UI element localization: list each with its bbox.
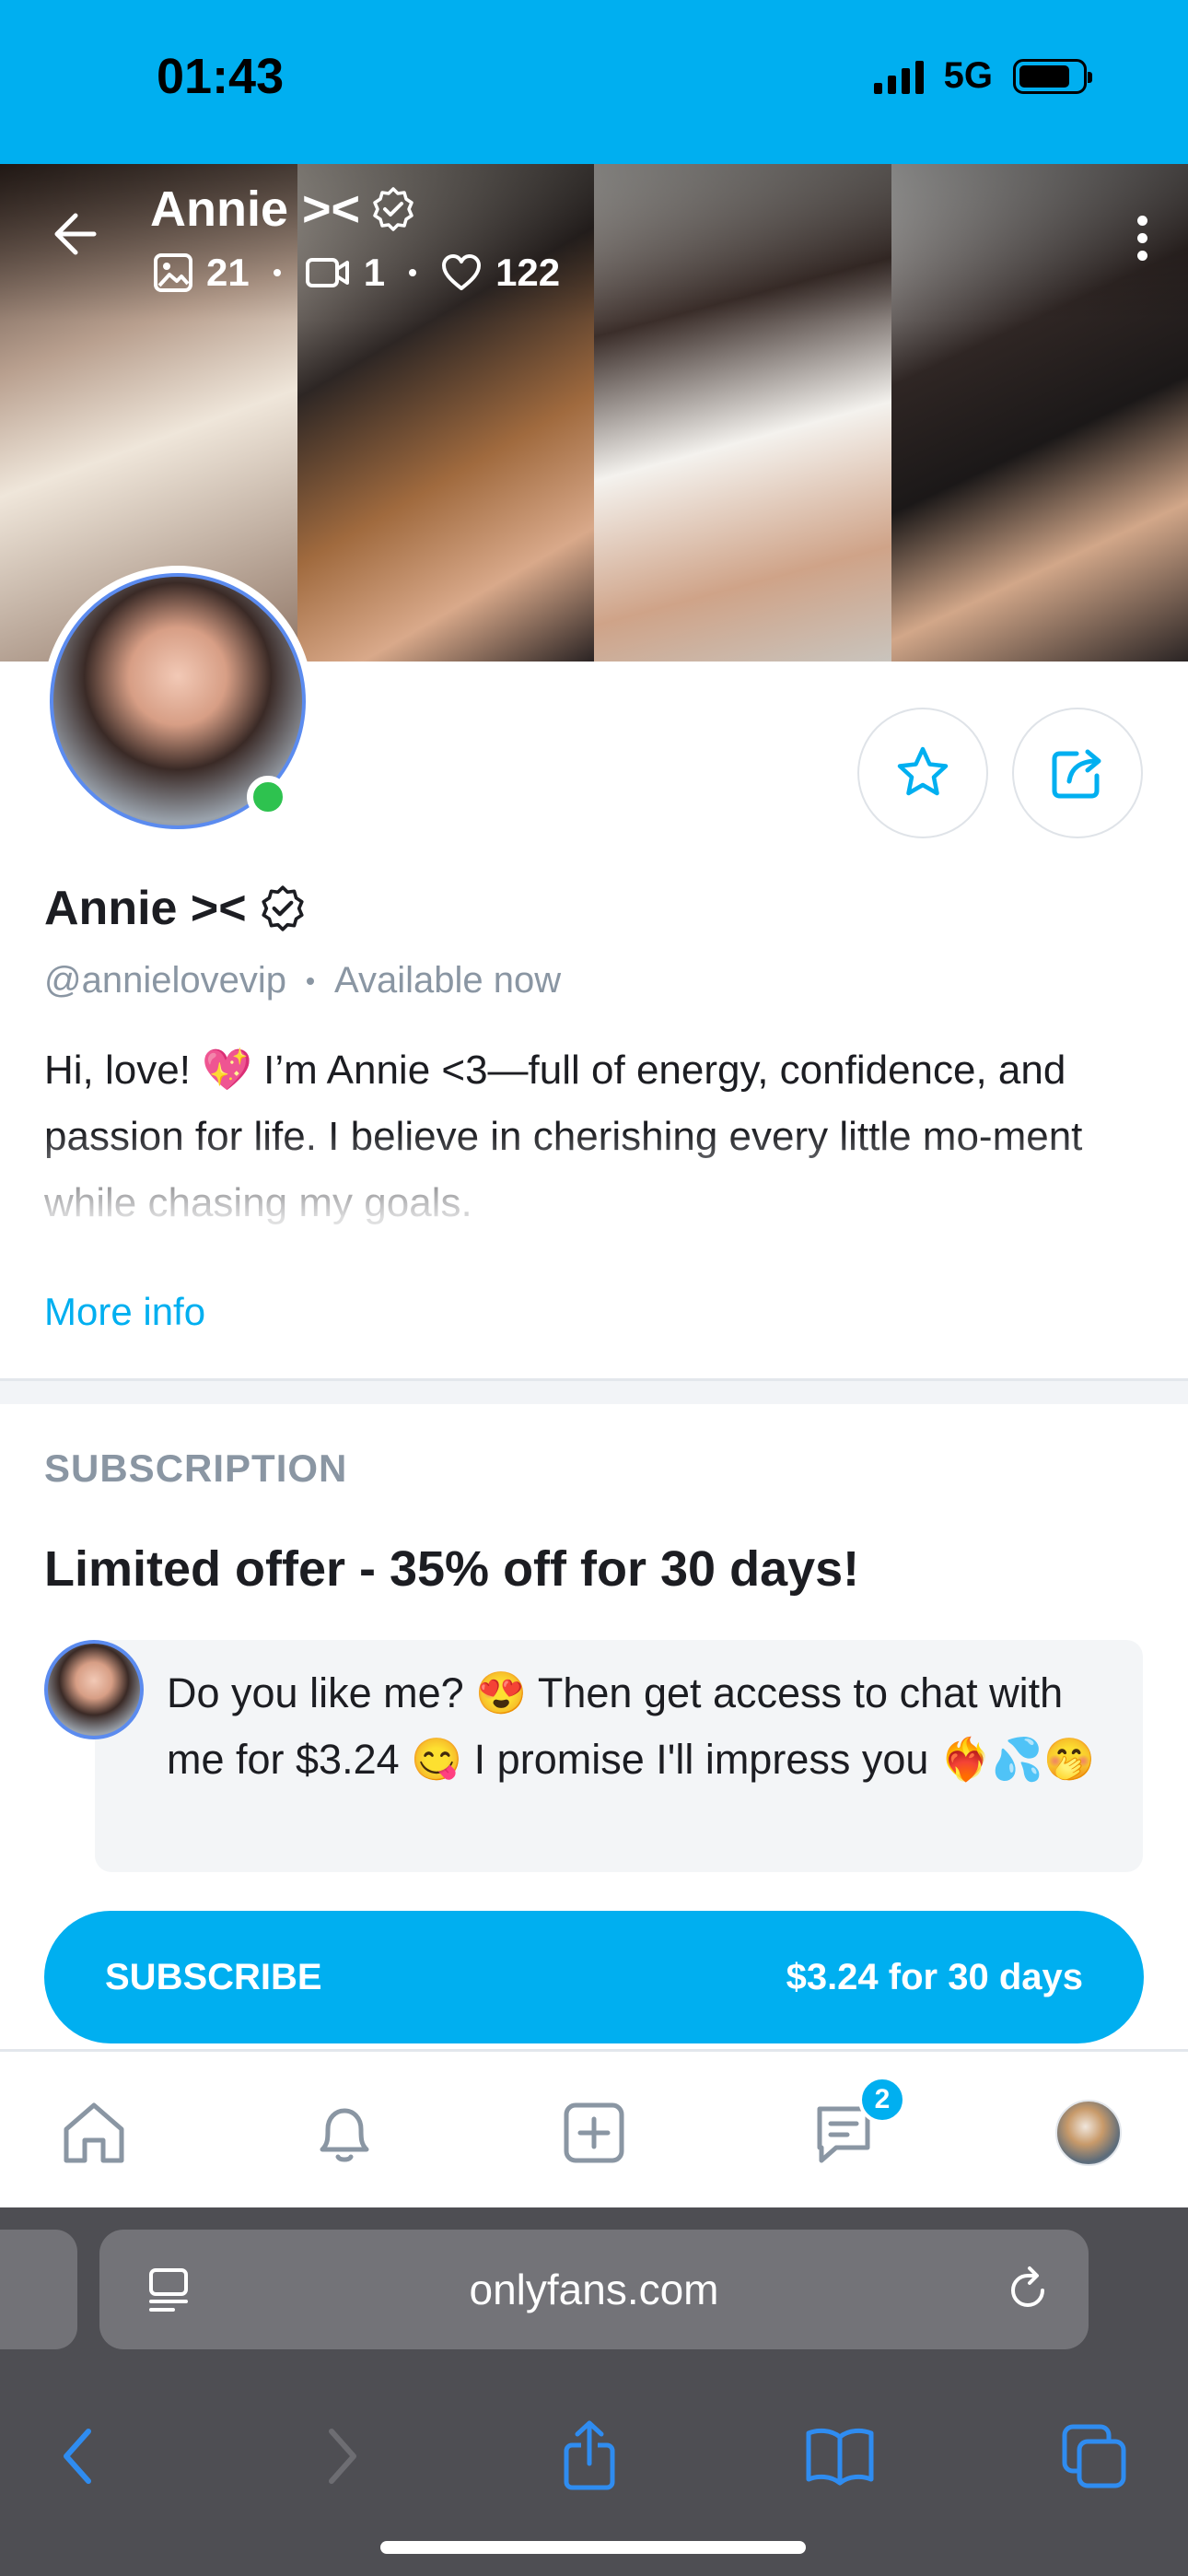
share-icon <box>1052 749 1101 799</box>
browser-chrome: onlyfans.com <box>0 2207 1188 2576</box>
subscribe-price: $3.24 for 30 days <box>786 1956 1083 1997</box>
status-indicators: 5G <box>873 55 1092 97</box>
status-time: 01:43 <box>157 49 285 104</box>
separator-dot <box>273 269 281 276</box>
home-indicator[interactable] <box>380 2541 806 2554</box>
availability-status: Available now <box>334 960 562 1001</box>
share-button[interactable] <box>1012 708 1143 838</box>
image-icon <box>154 253 192 292</box>
bell-icon <box>320 2108 369 2162</box>
section-divider <box>0 1378 1188 1404</box>
offer-title: Limited offer - 35% off for 30 days! <box>44 1541 860 1597</box>
handle-row: @annielovevip Available now <box>44 960 561 1001</box>
browser-bookmarks[interactable] <box>803 2419 877 2493</box>
browser-back[interactable] <box>42 2419 116 2493</box>
cover-name-row: Annie >< <box>150 181 417 238</box>
address-bar[interactable]: onlyfans.com <box>99 2230 1089 2349</box>
nav-notifications[interactable] <box>306 2094 383 2172</box>
image-count: 21 <box>206 251 250 294</box>
network-label: 5G <box>943 55 993 96</box>
verified-icon <box>373 187 413 231</box>
subscribe-label: SUBSCRIBE <box>105 1956 322 1997</box>
message-avatar <box>44 1640 144 1739</box>
url-text: onlyfans.com <box>469 2266 719 2313</box>
profile-name: Annie >< <box>44 882 247 935</box>
back-arrow-icon[interactable] <box>48 208 99 260</box>
verified-icon <box>262 885 304 931</box>
reload-icon[interactable] <box>1004 2265 1052 2313</box>
browser-tabs[interactable] <box>1057 2419 1131 2493</box>
previous-tab[interactable] <box>0 2230 77 2349</box>
tabs-icon <box>1062 2424 1126 2488</box>
nav-home[interactable] <box>55 2094 133 2172</box>
browser-forward[interactable] <box>304 2419 378 2493</box>
separator-dot <box>307 977 314 985</box>
cover-name: Annie >< <box>150 181 361 237</box>
messages-badge: 2 <box>858 2076 906 2124</box>
nav-user-avatar[interactable] <box>1055 2100 1122 2166</box>
profile-name-row: Annie >< <box>44 881 308 936</box>
chevron-left-icon <box>64 2429 91 2484</box>
subscribe-button[interactable]: SUBSCRIBE $3.24 for 30 days <box>44 1911 1144 2043</box>
heart-icon <box>442 254 482 290</box>
promo-message: Do you like me? 😍 Then get access to cha… <box>95 1640 1143 1872</box>
chevron-right-icon <box>329 2429 356 2484</box>
status-bar: 01:43 5G <box>0 0 1188 164</box>
nav-add-post[interactable] <box>555 2094 633 2172</box>
battery-icon <box>1013 58 1092 94</box>
browser-share[interactable] <box>553 2419 626 2493</box>
favorite-button[interactable] <box>857 708 988 838</box>
subscription-section-label: SUBSCRIPTION <box>44 1446 348 1490</box>
video-count: 1 <box>363 251 386 294</box>
add-post-icon <box>564 2102 624 2163</box>
signal-icon <box>873 59 924 94</box>
online-status-dot <box>247 776 289 818</box>
more-options-icon[interactable] <box>1137 216 1147 261</box>
book-icon <box>806 2428 874 2486</box>
more-info-link[interactable]: More info <box>44 1290 205 1334</box>
separator-dot <box>409 269 417 276</box>
star-icon <box>897 746 949 796</box>
bio-fade <box>0 1130 1188 1277</box>
cover-stats: 21 1 122 <box>153 251 560 295</box>
bottom-nav: 2 <box>0 2049 1188 2207</box>
video-icon <box>305 258 349 287</box>
like-count: 122 <box>495 251 561 294</box>
share-icon <box>564 2420 615 2490</box>
profile-handle: @annielovevip <box>44 960 286 1001</box>
home-icon <box>64 2102 124 2163</box>
